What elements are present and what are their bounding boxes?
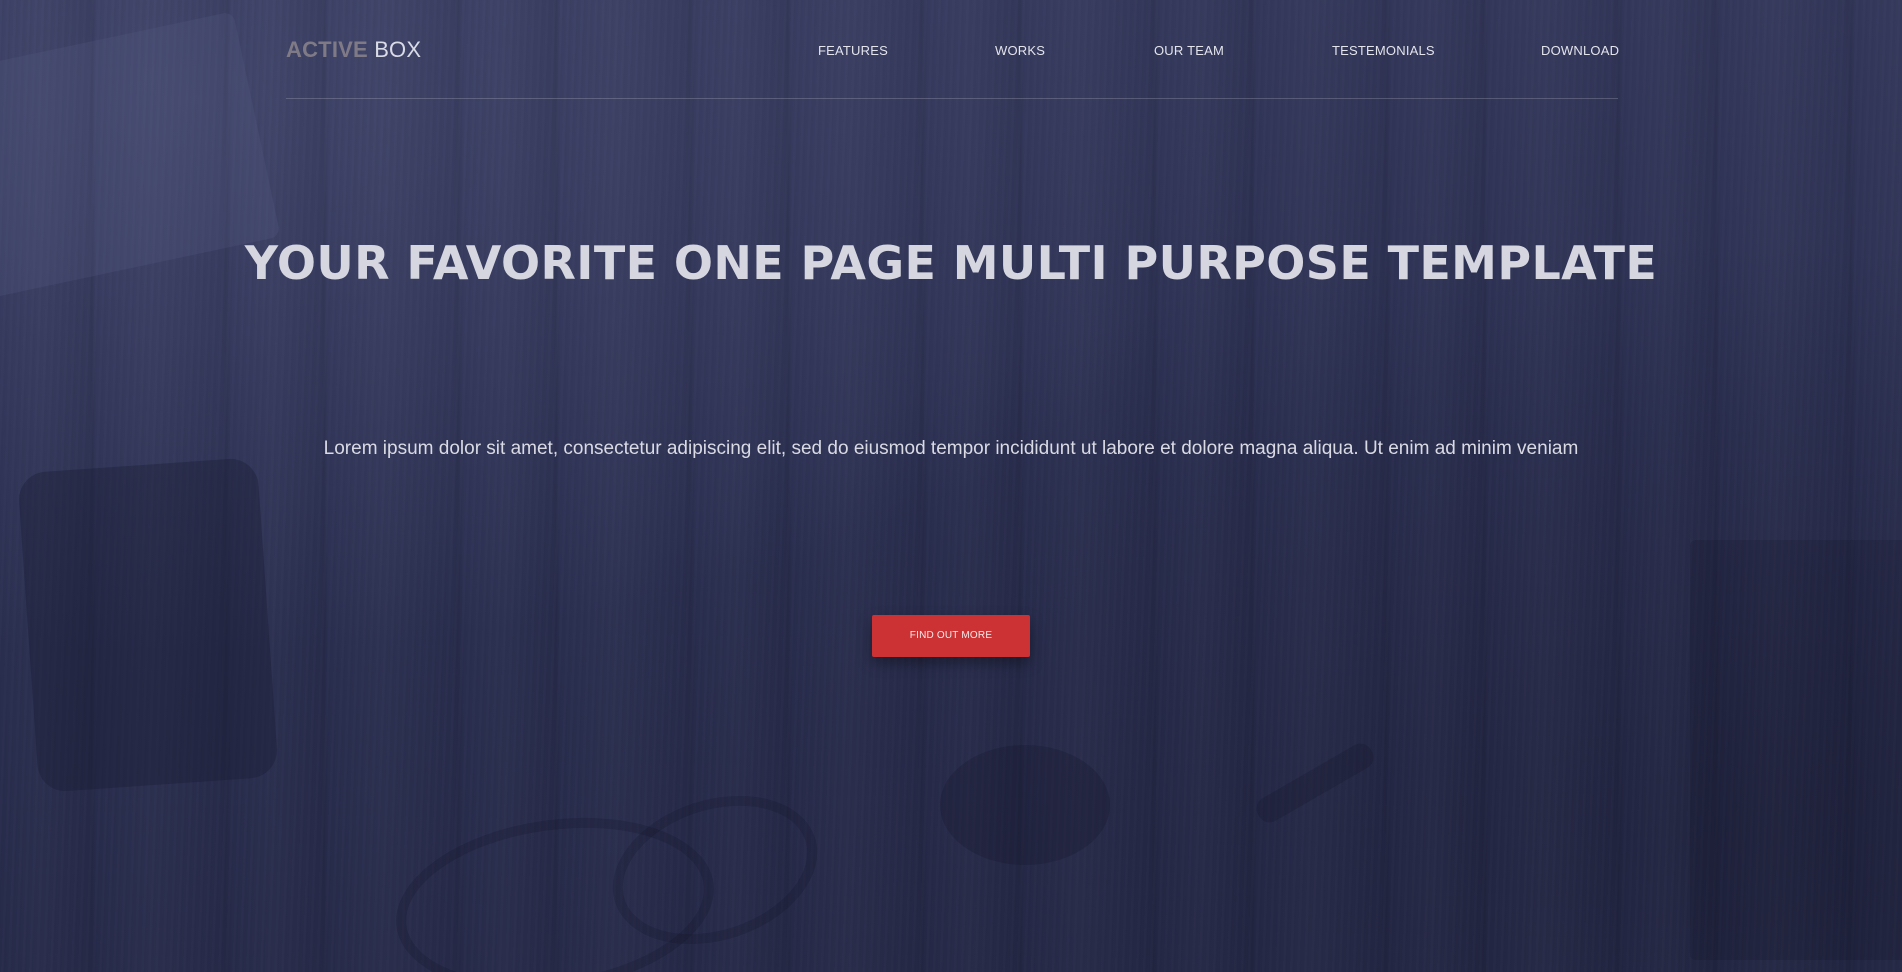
logo[interactable]: ACTIVE BOX <box>286 37 421 63</box>
hero-section: ACTIVE BOX FEATURES WORKS OUR TEAM TESTE… <box>0 0 1902 972</box>
hero-subtext: Lorem ipsum dolor sit amet, consectetur … <box>323 438 1579 459</box>
nav-item-works[interactable]: WORKS <box>995 43 1045 58</box>
nav-item-testimonials[interactable]: TESTEMONIALS <box>1332 43 1435 58</box>
nav-item-our-team[interactable]: OUR TEAM <box>1154 43 1224 58</box>
logo-box-text: BOX <box>374 37 422 62</box>
nav-item-download[interactable]: DOWNLOAD <box>1541 43 1619 58</box>
wood-grain-overlay <box>0 0 1902 972</box>
logo-active-text: ACTIVE <box>286 37 368 62</box>
hero-headline: YOUR FAVORITE ONE PAGE MULTI PURPOSE TEM… <box>244 236 1658 290</box>
nav-item-features[interactable]: FEATURES <box>818 43 888 58</box>
find-out-more-button[interactable]: FIND OUT MORE <box>872 615 1030 657</box>
top-navigation: ACTIVE BOX FEATURES WORKS OUR TEAM TESTE… <box>286 0 1619 99</box>
